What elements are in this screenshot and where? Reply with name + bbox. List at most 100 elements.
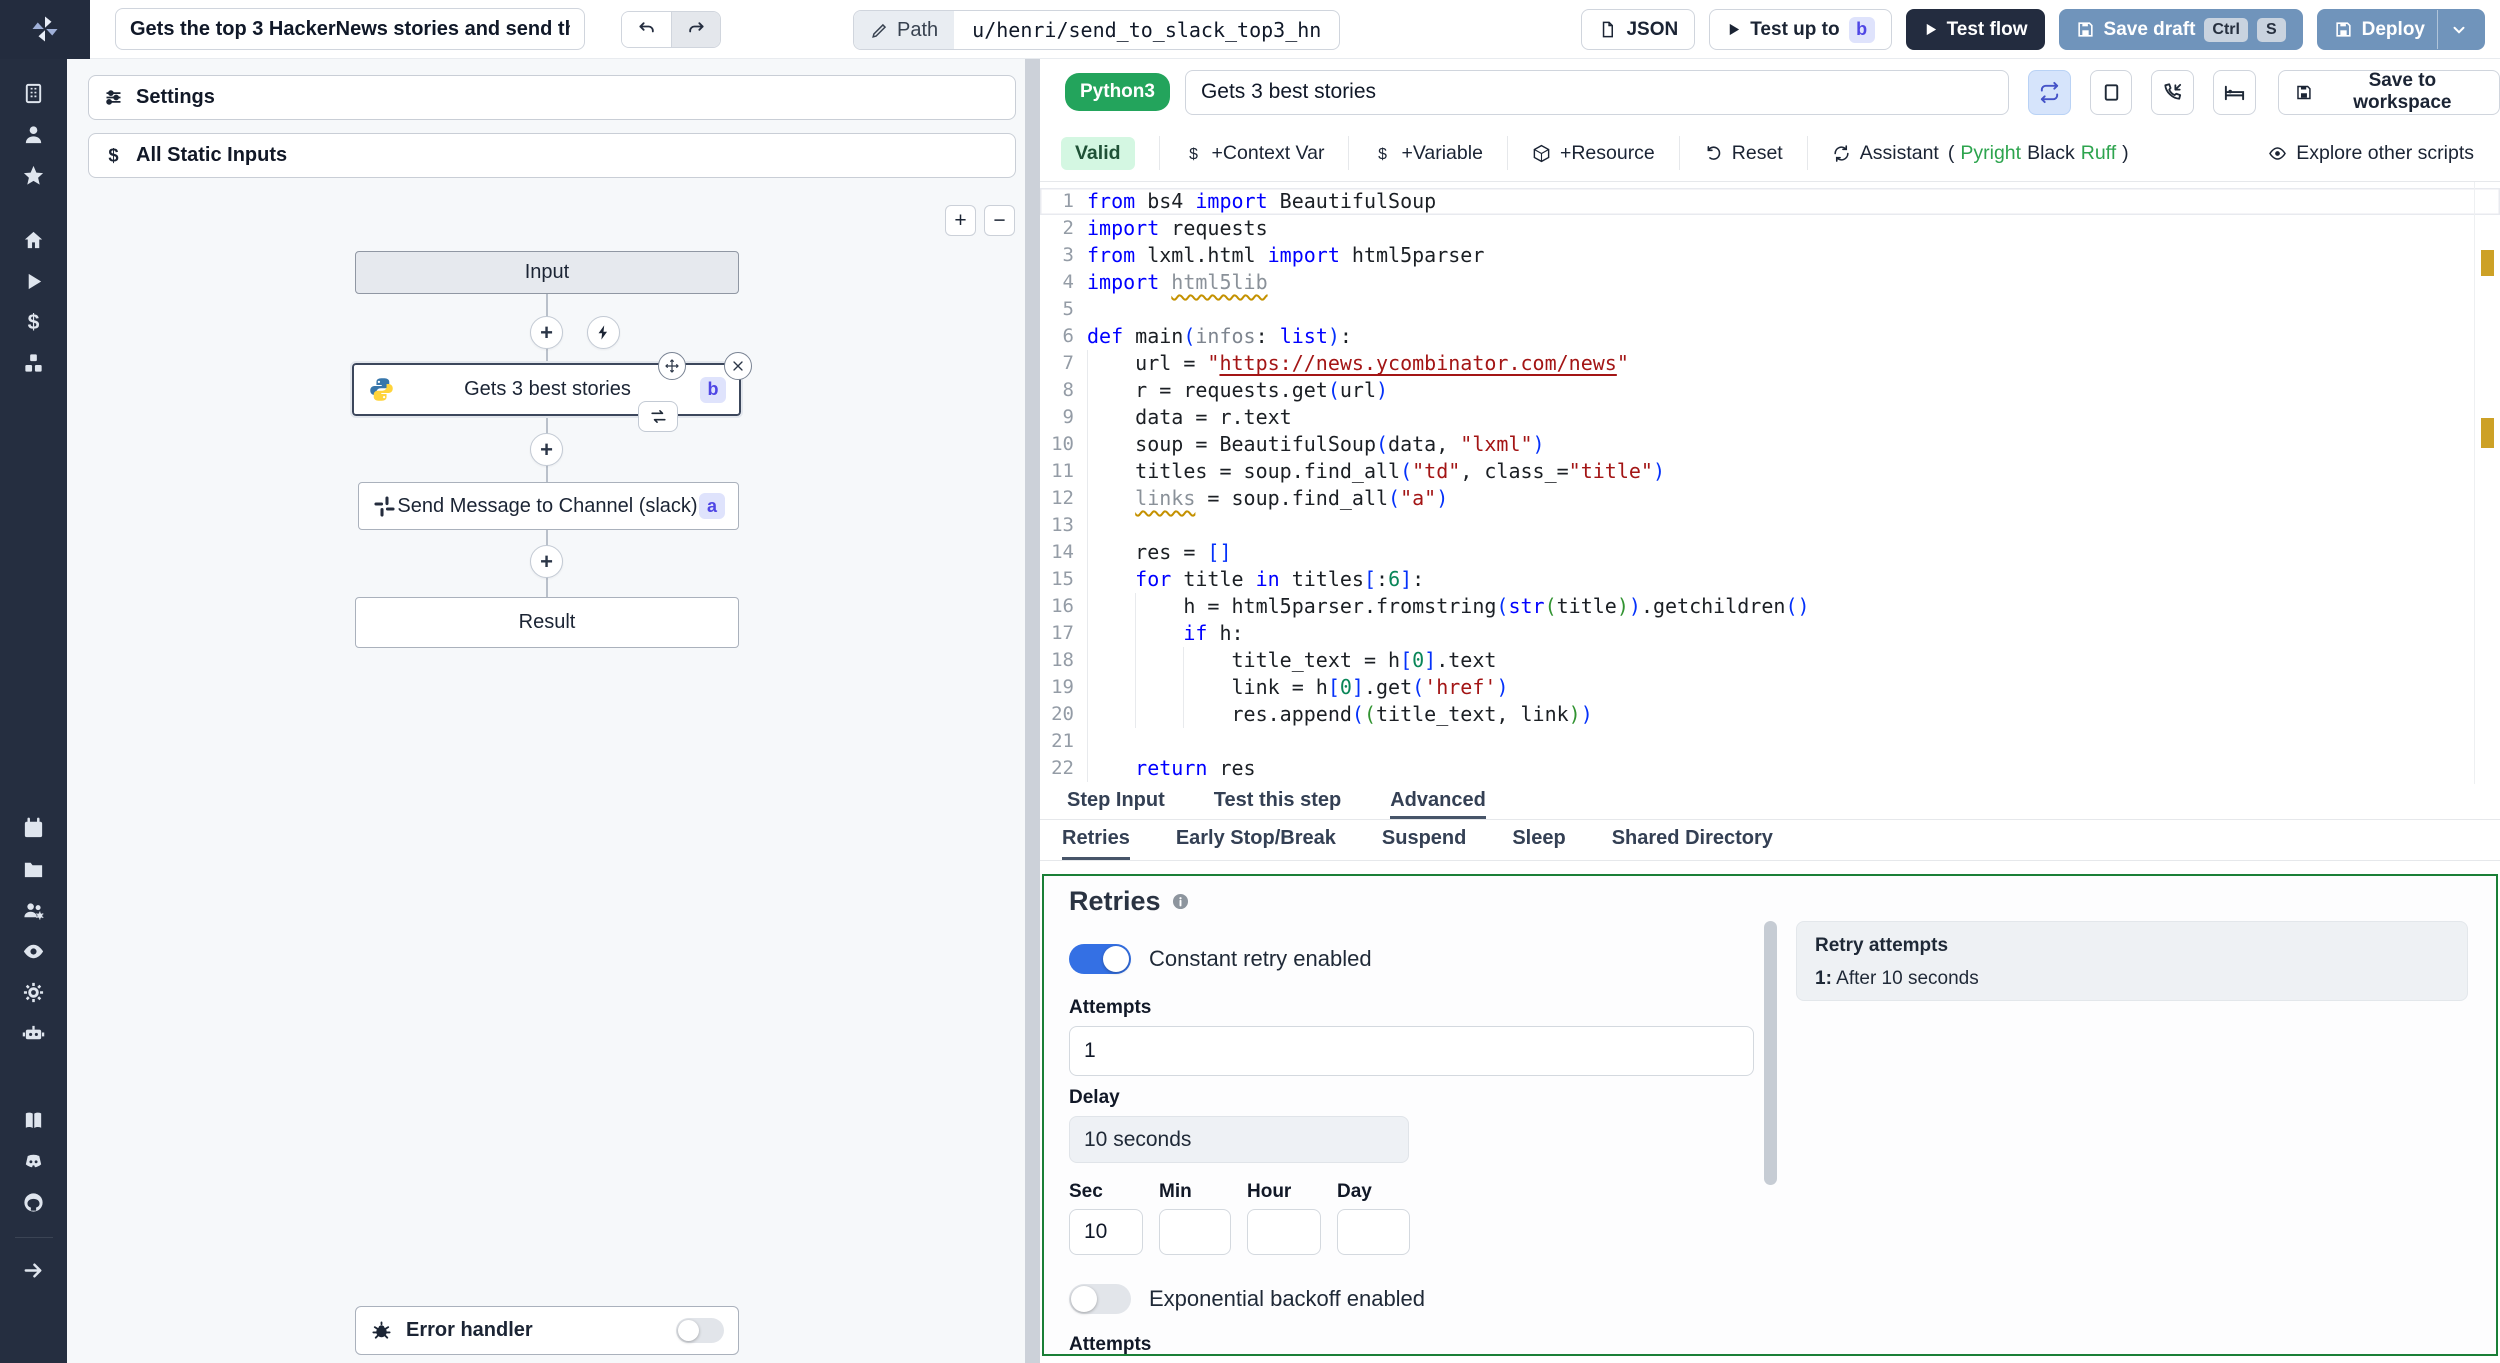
trigger-button[interactable]: [587, 316, 620, 349]
add-step-button[interactable]: +: [530, 545, 563, 578]
code-editor[interactable]: 1 from bs4 import BeautifulSoup 2 import re…: [1040, 182, 2500, 784]
code-line[interactable]: 12 links = soup.find_all("a"): [1040, 485, 2500, 512]
flow-node-step-a[interactable]: Send Message to Channel (slack) a: [358, 482, 739, 530]
code-line[interactable]: 1 from bs4 import BeautifulSoup: [1040, 188, 2500, 215]
sidebar-item-cubes[interactable]: [14, 343, 54, 384]
code-line[interactable]: 19 link = h[0].get('href'): [1040, 674, 2500, 701]
path-field[interactable]: Path u/henri/send_to_slack_top3_hn: [853, 10, 1341, 50]
sidebar-item-play[interactable]: [14, 261, 54, 302]
deploy-button[interactable]: Deploy: [2316, 9, 2485, 50]
flow-canvas[interactable]: Settings $ All Static Inputs + − Input +…: [67, 59, 1025, 1363]
code-line[interactable]: 18 title_text = h[0].text: [1040, 647, 2500, 674]
code-line[interactable]: 9 data = r.text: [1040, 404, 2500, 431]
code-line[interactable]: 2 import requests: [1040, 215, 2500, 242]
code-line[interactable]: 21: [1040, 728, 2500, 755]
sidebar-item-github[interactable]: [14, 1182, 54, 1223]
delete-step-button[interactable]: [724, 352, 752, 380]
test-up-to-button[interactable]: Test up to b: [1709, 9, 1892, 50]
error-handler-label: Error handler: [406, 1319, 533, 1341]
add-resource-button[interactable]: +Resource: [1508, 136, 1680, 170]
add-context-var-button[interactable]: $ +Context Var: [1160, 136, 1350, 170]
redo-button[interactable]: [671, 11, 720, 47]
sidebar-item-robot[interactable]: [14, 1013, 54, 1054]
code-line[interactable]: 16 h = html5parser.fromstring(str(title)…: [1040, 593, 2500, 620]
code-line[interactable]: 13: [1040, 512, 2500, 539]
tab-advanced[interactable]: Advanced: [1390, 784, 1486, 819]
zoom-out-button[interactable]: −: [984, 205, 1015, 236]
day-input[interactable]: [1337, 1209, 1410, 1255]
tab-test-this-step[interactable]: Test this step: [1214, 784, 1341, 819]
constant-retry-toggle[interactable]: [1069, 944, 1131, 974]
subtab-sleep[interactable]: Sleep: [1512, 820, 1565, 860]
retries-toggle-button[interactable]: [2028, 69, 2071, 115]
subtab-retries[interactable]: Retries: [1062, 820, 1130, 860]
move-step-handle[interactable]: [658, 352, 686, 380]
add-step-button[interactable]: +: [530, 433, 563, 466]
assistant-button[interactable]: Assistant (Pyright Black Ruff): [1808, 136, 2153, 170]
code-line[interactable]: 7 url = "https://news.ycombinator.com/ne…: [1040, 350, 2500, 377]
tab-step-input[interactable]: Step Input: [1067, 784, 1165, 819]
reset-button[interactable]: Reset: [1680, 136, 1808, 170]
sidebar-item-calendar[interactable]: [14, 808, 54, 849]
windmill-logo[interactable]: [0, 0, 90, 59]
code-line[interactable]: 11 titles = soup.find_all("td", class_="…: [1040, 458, 2500, 485]
subtab-shared-directory[interactable]: Shared Directory: [1612, 820, 1773, 860]
code-line[interactable]: 5: [1040, 296, 2500, 323]
code-line[interactable]: 20 res.append((title_text, link)): [1040, 701, 2500, 728]
settings-label: Settings: [136, 86, 215, 108]
code-line[interactable]: 3 from lxml.html import html5parser: [1040, 242, 2500, 269]
code-line[interactable]: 8 r = requests.get(url): [1040, 377, 2500, 404]
code-line[interactable]: 4 import html5lib: [1040, 269, 2500, 296]
code-line[interactable]: 15 for title in titles[:6]:: [1040, 566, 2500, 593]
save-to-workspace-button[interactable]: Save to workspace: [2277, 69, 2500, 115]
flow-settings-bar[interactable]: Settings: [88, 75, 1016, 120]
save-draft-button[interactable]: Save draft Ctrl S: [2058, 9, 2303, 50]
error-handler-node[interactable]: Error handler: [355, 1306, 739, 1355]
exponential-backoff-toggle[interactable]: [1069, 1284, 1131, 1314]
sidebar-item-building[interactable]: [14, 73, 54, 114]
flow-static-inputs-bar[interactable]: $ All Static Inputs: [88, 133, 1016, 178]
sidebar-item-eye[interactable]: [14, 931, 54, 972]
chevron-down-icon[interactable]: [2450, 21, 2468, 39]
explore-other-scripts-button[interactable]: Explore other scripts: [2244, 136, 2500, 170]
sidebar-item-star[interactable]: [14, 155, 54, 196]
sidebar-item-discord[interactable]: [14, 1141, 54, 1182]
code-line[interactable]: 14 res = []: [1040, 539, 2500, 566]
sidebar-item-folder[interactable]: [14, 849, 54, 890]
error-handler-toggle[interactable]: [676, 1318, 724, 1343]
sec-input[interactable]: [1069, 1209, 1143, 1255]
code-line[interactable]: 6 def main(infos: list):: [1040, 323, 2500, 350]
info-icon[interactable]: [1171, 892, 1190, 911]
step-name-input[interactable]: [1184, 69, 2010, 115]
code-line[interactable]: 22 return res: [1040, 755, 2500, 782]
flow-node-input[interactable]: Input: [355, 251, 739, 294]
panel-resizer[interactable]: [1025, 59, 1040, 1363]
hour-input[interactable]: [1247, 1209, 1321, 1255]
add-step-button[interactable]: +: [530, 316, 563, 349]
zoom-in-button[interactable]: +: [945, 205, 976, 236]
subtab-early-stop-break[interactable]: Early Stop/Break: [1176, 820, 1336, 860]
early-stop-button[interactable]: [2089, 69, 2133, 115]
sidebar-item-home[interactable]: [14, 220, 54, 261]
sidebar-item-book[interactable]: [14, 1100, 54, 1141]
undo-button[interactable]: [622, 11, 671, 47]
sidebar-item-dollar[interactable]: $: [14, 302, 54, 343]
suspend-button[interactable]: [2151, 69, 2195, 115]
min-input[interactable]: [1159, 1209, 1231, 1255]
flow-node-result[interactable]: Result: [355, 597, 739, 648]
test-flow-button[interactable]: Test flow: [1905, 9, 2045, 50]
sleep-button[interactable]: [2213, 69, 2256, 115]
attempts-input[interactable]: [1069, 1026, 1754, 1076]
json-button[interactable]: JSON: [1581, 9, 1696, 50]
flow-title-input[interactable]: [115, 8, 585, 50]
code-line[interactable]: 17 if h:: [1040, 620, 2500, 647]
retry-indicator-chip[interactable]: [638, 401, 678, 432]
add-variable-button[interactable]: $ +Variable: [1349, 136, 1508, 170]
sidebar-item-user-group[interactable]: [14, 890, 54, 931]
sidebar-item-gear[interactable]: [14, 972, 54, 1013]
retries-scrollbar[interactable]: [1764, 921, 1777, 1185]
code-line[interactable]: 10 soup = BeautifulSoup(data, "lxml"): [1040, 431, 2500, 458]
sidebar-item-user[interactable]: [14, 114, 54, 155]
sidebar-item-arrow-right[interactable]: [14, 1250, 54, 1291]
subtab-suspend[interactable]: Suspend: [1382, 820, 1466, 860]
